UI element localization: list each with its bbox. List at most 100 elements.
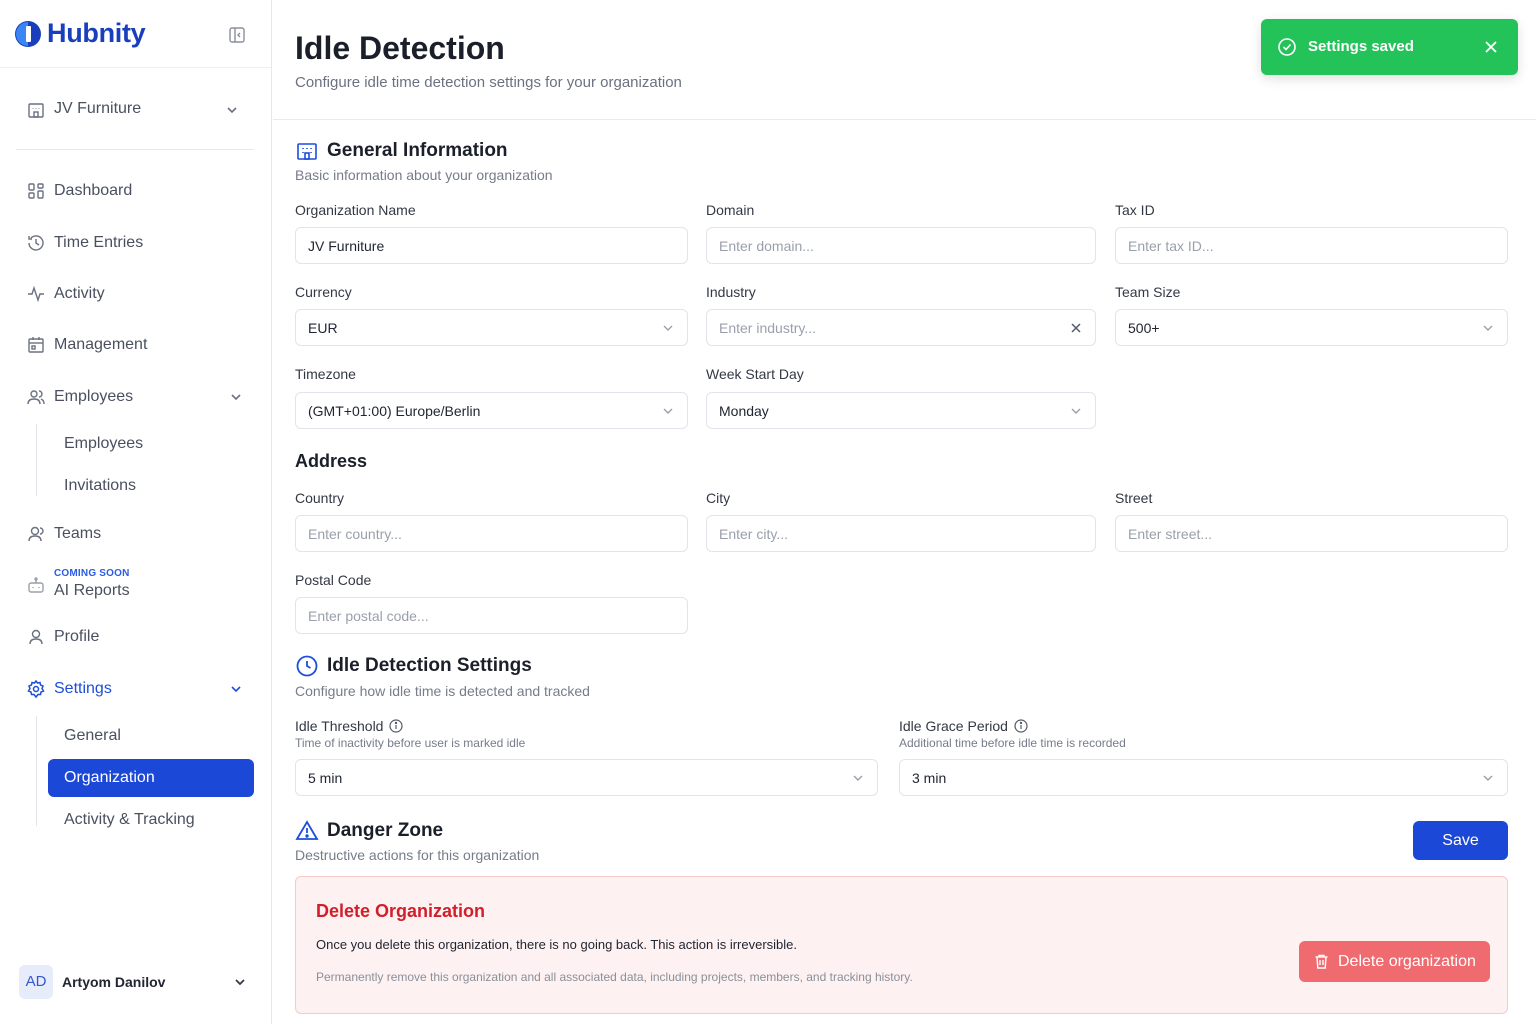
main-content: Idle Detection Configure idle time detec… — [273, 0, 1536, 1024]
section-title: Idle Detection Settings — [327, 655, 532, 676]
industry-label: Industry — [706, 284, 756, 300]
chevron-down-icon — [227, 107, 237, 114]
delete-organization-button[interactable]: Delete organization — [1299, 941, 1490, 982]
chevron-down-icon — [663, 325, 673, 331]
danger-zone-card: Delete Organization Once you delete this… — [295, 876, 1508, 1014]
week-start-select[interactable]: Monday — [706, 392, 1096, 429]
close-icon[interactable] — [1483, 39, 1499, 55]
sidebar-item-employees[interactable]: Employees — [16, 377, 254, 417]
idle-grace-label-row: Idle Grace Period — [899, 718, 1028, 734]
brand-name: Hubnity — [47, 18, 146, 48]
org-name-input[interactable]: JV Furniture — [295, 227, 688, 264]
chevron-down-icon — [1483, 775, 1493, 781]
chevron-down-icon — [663, 408, 673, 414]
users-icon — [27, 390, 45, 405]
city-input[interactable]: Enter city... — [706, 515, 1096, 552]
sidebar-item-label: Activity — [54, 285, 105, 302]
currency-select[interactable]: EUR — [295, 309, 688, 346]
chevron-down-icon — [1071, 408, 1081, 414]
save-button[interactable]: Save — [1413, 821, 1508, 860]
sidebar-item-activity[interactable]: Activity — [16, 274, 254, 314]
sidebar-item-label: AI Reports — [54, 582, 130, 599]
page-title: Idle Detection — [295, 30, 505, 66]
tax-id-label: Tax ID — [1115, 202, 1155, 218]
timezone-select[interactable]: (GMT+01:00) Europe/Berlin — [295, 392, 688, 429]
idle-threshold-select[interactable]: 5 min — [295, 759, 878, 796]
submenu-item-employees[interactable]: Employees — [48, 425, 254, 463]
info-icon[interactable] — [1014, 719, 1028, 733]
idle-threshold-label-row: Idle Threshold — [295, 718, 404, 734]
hubnity-logo-icon — [15, 21, 41, 47]
section-subtitle: Destructive actions for this organizatio… — [295, 847, 540, 863]
success-toast: Settings saved — [1261, 19, 1518, 75]
timezone-value: (GMT+01:00) Europe/Berlin — [308, 403, 481, 419]
sidebar-item-dashboard[interactable]: Dashboard — [16, 171, 254, 211]
toast-message: Settings saved — [1308, 38, 1414, 55]
timezone-label: Timezone — [295, 366, 356, 382]
domain-label: Domain — [706, 202, 755, 218]
industry-placeholder: Enter industry... — [719, 320, 817, 336]
week-start-value: Monday — [719, 403, 769, 419]
logo-row: Hubnity — [0, 0, 271, 68]
team-size-select[interactable]: 500+ — [1115, 309, 1508, 346]
coming-soon-badge: COMING SOON — [54, 568, 130, 579]
section-subtitle: Configure how idle time is detected and … — [295, 683, 590, 699]
street-placeholder: Enter street... — [1128, 526, 1213, 542]
organization-switcher[interactable]: JV Furniture — [16, 90, 252, 130]
section-subtitle: Basic information about your organizatio… — [295, 167, 553, 183]
street-input[interactable]: Enter street... — [1115, 515, 1508, 552]
user-menu[interactable]: AD Artyom Danilov — [16, 962, 254, 1002]
delete-warning-text: Once you delete this organization, there… — [316, 937, 798, 952]
country-label: Country — [295, 490, 345, 506]
org-name-label: Organization Name — [295, 202, 416, 218]
header-divider — [273, 119, 1536, 120]
submenu-item-label: General — [64, 727, 121, 744]
country-input[interactable]: Enter country... — [295, 515, 688, 552]
tax-id-placeholder: Enter tax ID... — [1128, 238, 1214, 254]
submenu-item-invitations[interactable]: Invitations — [48, 467, 254, 505]
submenu-item-general[interactable]: General — [48, 717, 254, 755]
info-icon[interactable] — [389, 719, 404, 733]
currency-value: EUR — [308, 320, 338, 336]
check-circle-icon — [1278, 38, 1296, 56]
currency-label: Currency — [295, 284, 352, 300]
chevron-down-icon — [231, 686, 241, 693]
idle-grace-select[interactable]: 3 min — [899, 759, 1508, 796]
delete-organization-label: Delete organization — [1338, 953, 1476, 970]
sidebar-item-ai-reports[interactable]: COMING SOON AI Reports — [16, 566, 254, 606]
building-icon — [28, 103, 44, 118]
sidebar: Hubnity JV Furniture Dashboard Time Entr… — [0, 0, 272, 1024]
sidebar-item-time-entries[interactable]: Time Entries — [16, 223, 254, 263]
sidebar-item-management[interactable]: Management — [16, 325, 254, 365]
submenu-item-organization[interactable]: Organization — [48, 759, 254, 797]
org-name-value: JV Furniture — [308, 238, 385, 254]
history-icon — [28, 235, 44, 251]
sidebar-item-teams[interactable]: Teams — [16, 514, 254, 554]
sidebar-divider — [16, 149, 254, 150]
tax-id-input[interactable]: Enter tax ID... — [1115, 227, 1508, 264]
sidebar-item-profile[interactable]: Profile — [16, 617, 254, 657]
warning-triangle-icon — [295, 820, 319, 840]
postal-code-input[interactable]: Enter postal code... — [295, 597, 688, 634]
sidebar-item-settings[interactable]: Settings — [16, 669, 254, 709]
postal-code-label: Postal Code — [295, 572, 372, 588]
idle-threshold-value: 5 min — [308, 770, 343, 786]
week-start-label: Week Start Day — [706, 366, 804, 382]
submenu-item-activity-tracking[interactable]: Activity & Tracking — [48, 801, 254, 839]
page-subtitle: Configure idle time detection settings f… — [295, 74, 682, 91]
submenu-line — [36, 424, 37, 496]
grid-icon — [28, 183, 44, 199]
activity-pulse-icon — [28, 285, 44, 303]
industry-input[interactable]: Enter industry... — [706, 309, 1096, 346]
idle-grace-value: 3 min — [912, 770, 947, 786]
chevron-down-icon — [1483, 325, 1493, 331]
domain-input[interactable]: Enter domain... — [706, 227, 1096, 264]
chevron-down-icon — [235, 979, 245, 986]
gear-icon — [27, 679, 45, 699]
city-placeholder: Enter city... — [719, 526, 788, 542]
submenu-item-label: Employees — [64, 435, 144, 452]
chevron-down-icon — [853, 775, 863, 781]
sidebar-collapse-icon[interactable] — [228, 26, 246, 44]
sidebar-item-label: Time Entries — [54, 234, 144, 251]
clear-icon[interactable] — [1069, 321, 1083, 335]
